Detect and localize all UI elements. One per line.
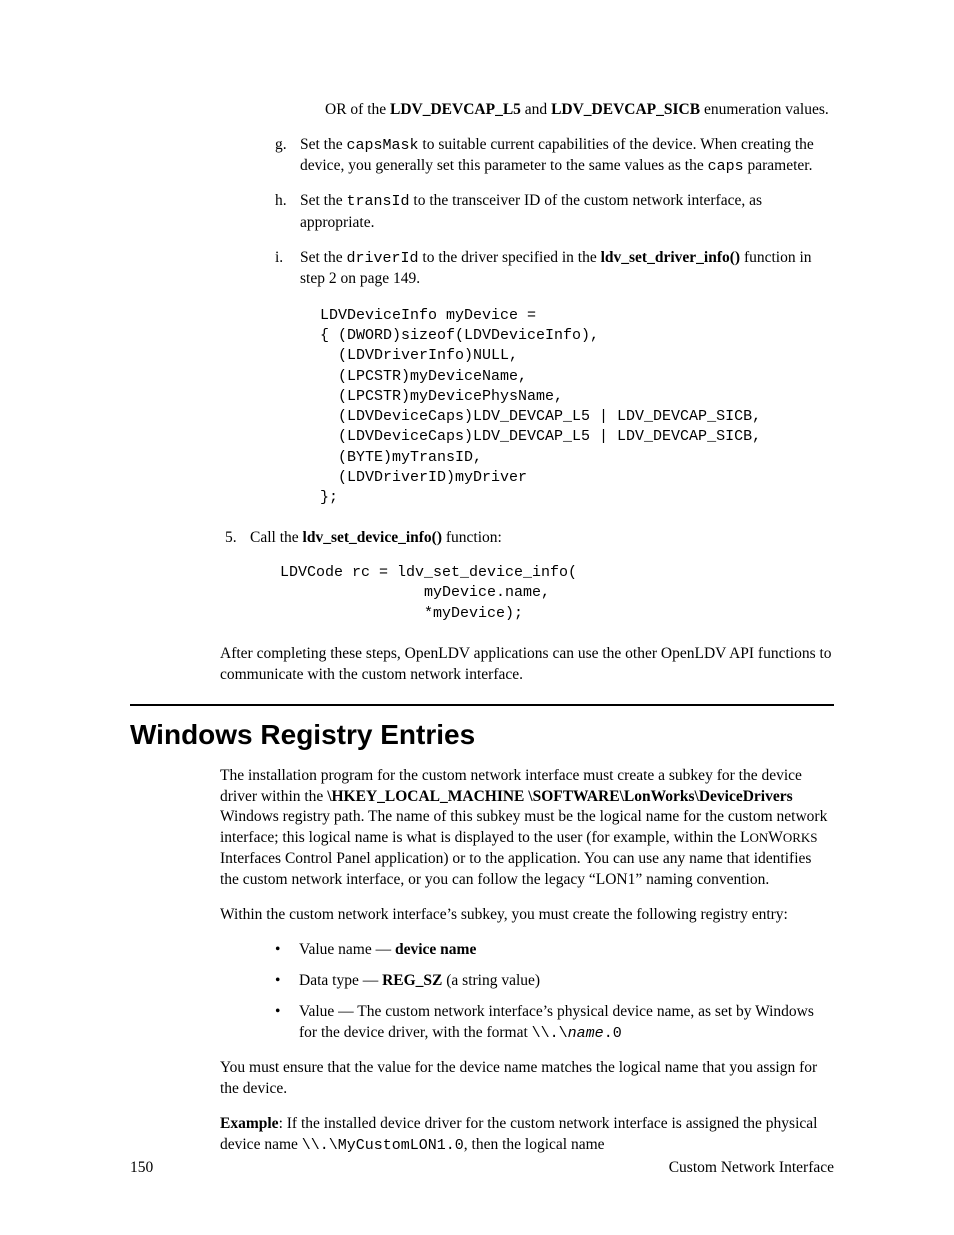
func-name: ldv_set_device_info() xyxy=(303,529,442,546)
smallcaps-text: ON xyxy=(749,830,768,845)
bullet-icon: • xyxy=(275,940,299,961)
text: , then the logical name xyxy=(464,1136,605,1153)
list-body: Call the ldv_set_device_info() function: xyxy=(250,528,834,549)
inline-code: caps xyxy=(708,158,744,175)
bullet-body: Value name — device name xyxy=(299,940,476,961)
list-item-g: g. Set the capsMask to suitable current … xyxy=(275,135,834,178)
text: parameter. xyxy=(744,157,813,174)
text: enumeration values. xyxy=(700,101,829,118)
reg-para-3: You must ensure that the value for the d… xyxy=(220,1058,834,1100)
text: OR of the xyxy=(325,101,390,118)
registry-path: \HKEY_LOCAL_MACHINE \SOFTWARE\LonWorks\D… xyxy=(327,788,792,805)
list-item-i: i. Set the driverId to the driver specif… xyxy=(275,248,834,290)
text: Data type — xyxy=(299,972,382,989)
list-body: Set the capsMask to suitable current cap… xyxy=(300,135,834,178)
bullet-icon: • xyxy=(275,971,299,992)
code-block-call: LDVCode rc = ldv_set_device_info( myDevi… xyxy=(280,563,834,624)
section-heading: Windows Registry Entries xyxy=(130,704,834,754)
bullet-value: • Value — The custom network interface’s… xyxy=(275,1002,834,1044)
bullet-icon: • xyxy=(275,1002,299,1044)
list-marker: h. xyxy=(275,191,300,233)
bullet-value-name: • Value name — device name xyxy=(275,940,834,961)
inline-code: \\.\MyCustomLON1.0 xyxy=(302,1137,464,1154)
inline-code: transId xyxy=(347,193,410,210)
text: Value name — xyxy=(299,941,395,958)
reg-para-4: Example: If the installed device driver … xyxy=(220,1114,834,1156)
list-body: Set the driverId to the driver specified… xyxy=(300,248,834,290)
text: Interfaces Control Panel application) or… xyxy=(220,850,811,888)
bullet-data-type: • Data type — REG_SZ (a string value) xyxy=(275,971,834,992)
inline-code: driverId xyxy=(347,250,419,267)
text: W xyxy=(768,829,783,846)
strong-text: device name xyxy=(395,941,476,958)
inline-code: capsMask xyxy=(347,137,419,154)
inline-code-italic: name xyxy=(568,1025,604,1042)
list-item-h: h. Set the transId to the transceiver ID… xyxy=(275,191,834,233)
page-footer: 150 Custom Network Interface xyxy=(130,1158,834,1179)
text: (a string value) xyxy=(442,972,540,989)
text: Set the xyxy=(300,192,347,209)
text: Call the xyxy=(250,529,303,546)
example-label: Example xyxy=(220,1115,279,1132)
text: Windows registry path. The name of this … xyxy=(220,808,827,846)
footer-title: Custom Network Interface xyxy=(669,1158,834,1179)
page-number: 150 xyxy=(130,1158,153,1179)
inline-code: .0 xyxy=(604,1025,622,1042)
text: and xyxy=(521,101,551,118)
const-text: LDV_DEVCAP_L5 xyxy=(390,101,521,118)
text: Set the xyxy=(300,249,347,266)
strong-text: REG_SZ xyxy=(382,972,442,989)
list-marker: g. xyxy=(275,135,300,178)
inline-code: \\.\ xyxy=(532,1025,568,1042)
text: function: xyxy=(442,529,502,546)
bullet-body: Data type — REG_SZ (a string value) xyxy=(299,971,540,992)
list-body: Set the transId to the transceiver ID of… xyxy=(300,191,834,233)
code-block-device: LDVDeviceInfo myDevice = { (DWORD)sizeof… xyxy=(320,306,834,509)
smallcaps-text: ORKS xyxy=(783,830,818,845)
list-marker: i. xyxy=(275,248,300,290)
continuation-line: OR of the LDV_DEVCAP_L5 and LDV_DEVCAP_S… xyxy=(325,100,834,121)
bullet-body: Value — The custom network interface’s p… xyxy=(299,1002,834,1044)
const-text: LDV_DEVCAP_SICB xyxy=(551,101,700,118)
func-name: ldv_set_driver_info() xyxy=(601,249,740,266)
list-item-5: 5. Call the ldv_set_device_info() functi… xyxy=(225,528,834,549)
reg-para-1: The installation program for the custom … xyxy=(220,766,834,892)
text: to the driver specified in the xyxy=(419,249,601,266)
bullet-list: • Value name — device name • Data type —… xyxy=(275,940,834,1044)
list-marker: 5. xyxy=(225,528,250,549)
page: OR of the LDV_DEVCAP_L5 and LDV_DEVCAP_S… xyxy=(0,0,954,1235)
after-para: After completing these steps, OpenLDV ap… xyxy=(220,644,834,686)
text: Set the xyxy=(300,136,347,153)
reg-para-2: Within the custom network interface’s su… xyxy=(220,905,834,926)
